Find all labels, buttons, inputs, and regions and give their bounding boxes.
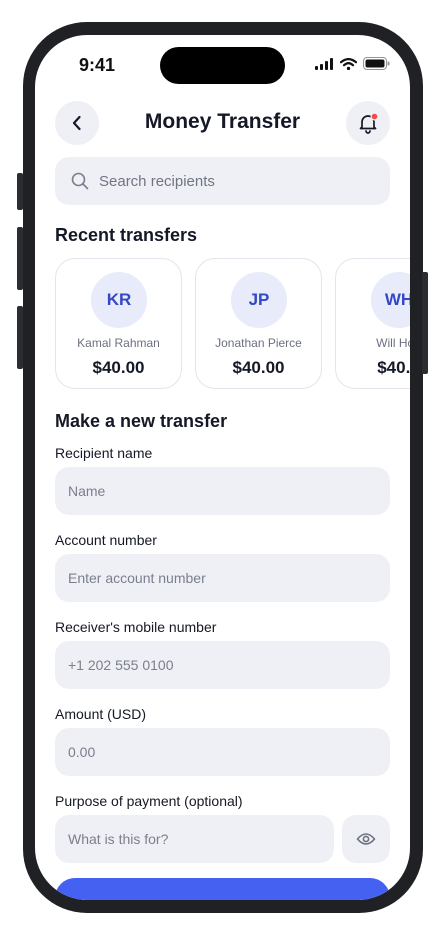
account-number-label: Account number bbox=[55, 532, 157, 548]
account-number-field[interactable]: Enter account number bbox=[55, 554, 390, 602]
recipient-name-field[interactable]: Name bbox=[55, 467, 390, 515]
recent-transfer-card[interactable]: KR Kamal Rahman $40.00 bbox=[55, 258, 182, 389]
transfer-amount: $40.00 bbox=[92, 358, 145, 377]
battery-icon bbox=[363, 57, 390, 70]
transfer-amount: $40.00 bbox=[232, 358, 285, 377]
eye-icon bbox=[356, 833, 376, 845]
wifi-icon bbox=[340, 57, 357, 70]
purpose-label: Purpose of payment (optional) bbox=[55, 793, 243, 809]
recent-transfers-title: Recent transfers bbox=[55, 225, 198, 245]
search-icon bbox=[71, 172, 89, 190]
status-icons bbox=[315, 57, 390, 70]
transfer-amount: $40.0 bbox=[377, 358, 410, 377]
volume-down-button bbox=[17, 306, 23, 369]
recent-transfer-card[interactable]: WH Will Hop $40.0 bbox=[335, 258, 410, 389]
power-button bbox=[422, 272, 428, 374]
dynamic-island bbox=[160, 47, 285, 84]
avatar: JP bbox=[231, 272, 287, 328]
recent-transfer-card[interactable]: JP Jonathan Pierce $40.00 bbox=[195, 258, 322, 389]
amount-label: Amount (USD) bbox=[55, 706, 147, 722]
mobile-number-label: Receiver's mobile number bbox=[55, 619, 217, 635]
bell-icon bbox=[359, 112, 379, 134]
search-input[interactable]: Search recipients bbox=[55, 157, 390, 205]
visibility-toggle-button[interactable] bbox=[342, 815, 390, 863]
signal-icon bbox=[315, 57, 333, 70]
new-transfer-title: Make a new transfer bbox=[55, 411, 228, 431]
notifications-button[interactable] bbox=[346, 101, 390, 145]
mobile-number-field[interactable]: +1 202 555 0100 bbox=[55, 641, 390, 689]
send-transfer-button[interactable] bbox=[55, 878, 390, 900]
amount-field[interactable]: 0.00 bbox=[55, 728, 390, 776]
volume-up-button bbox=[17, 227, 23, 290]
app-screen: 9:41 Money Transfer Search recipients Re… bbox=[35, 35, 410, 900]
status-time: 9:41 bbox=[79, 55, 116, 75]
mute-switch bbox=[17, 173, 23, 210]
avatar: WH bbox=[371, 272, 410, 328]
recipient-name: Will Hop bbox=[376, 336, 410, 350]
recipient-name: Jonathan Pierce bbox=[215, 336, 302, 350]
search-placeholder: Search recipients bbox=[99, 172, 215, 190]
recipient-name-label: Recipient name bbox=[55, 445, 153, 461]
purpose-field[interactable]: What is this for? bbox=[55, 815, 334, 863]
recipient-name: Kamal Rahman bbox=[77, 336, 160, 350]
avatar: KR bbox=[91, 272, 147, 328]
